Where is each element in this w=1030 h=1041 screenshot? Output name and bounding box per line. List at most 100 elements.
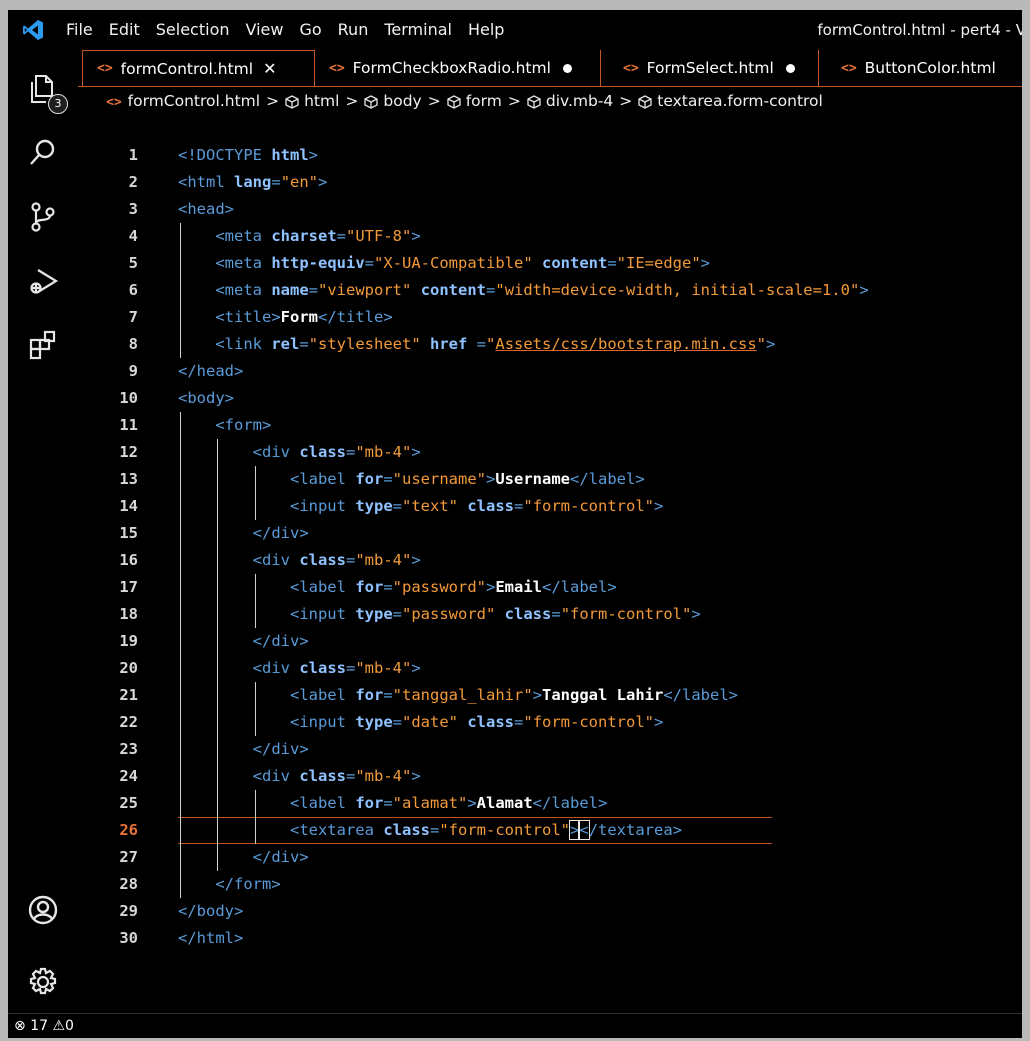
line-number: 3	[128, 200, 138, 218]
code-line[interactable]: 11 <form>	[78, 412, 1022, 439]
line-number: 23	[119, 740, 138, 758]
menu-view[interactable]: View	[238, 10, 292, 50]
breadcrumb-label: div.mb-4	[545, 92, 614, 110]
tab-formselect[interactable]: <> FormSelect.html	[601, 50, 819, 86]
indent-guide	[217, 439, 219, 871]
indent-guide	[254, 790, 256, 844]
menu-go[interactable]: Go	[291, 10, 329, 50]
tab-label: FormCheckboxRadio.html	[352, 59, 551, 77]
code-line[interactable]: 25 <label for="alamat">Alamat</label>	[78, 790, 1022, 817]
breadcrumb-item[interactable]: textarea.form-control	[638, 92, 823, 110]
code-line[interactable]: 7 <title>Form</title>	[78, 304, 1022, 331]
line-number: 9	[128, 362, 138, 380]
line-number: 2	[128, 173, 138, 191]
line-number: 18	[119, 605, 138, 623]
code-text: </form>	[215, 875, 281, 893]
line-number: 19	[119, 632, 138, 650]
breadcrumb: <> formControl.html > html > body > form > div.mb…	[78, 86, 1022, 115]
close-icon[interactable]: ✕	[263, 59, 276, 78]
menu-run[interactable]: Run	[330, 10, 377, 50]
status-bar: ⊗ 17 ⚠0	[8, 1013, 1022, 1038]
code-text: <div class="mb-4">	[252, 659, 421, 677]
menu-edit[interactable]: Edit	[101, 10, 148, 50]
breadcrumb-separator: >	[427, 92, 441, 110]
menu-file[interactable]: File	[58, 10, 101, 50]
line-number: 29	[119, 902, 138, 920]
code-line[interactable]: 9 </head>	[78, 358, 1022, 385]
code-line[interactable]: 1 <!DOCTYPE html>	[78, 142, 1022, 169]
code-line[interactable]: 15 </div>	[78, 520, 1022, 547]
title-bar: File Edit Selection View Go Run Terminal Help f…	[8, 10, 1022, 50]
code-line[interactable]: 24 <div class="mb-4">	[78, 763, 1022, 790]
code-line[interactable]: 28 </form>	[78, 871, 1022, 898]
line-number: 24	[119, 767, 138, 785]
warning-icon: ⚠	[52, 1018, 66, 1034]
line-number: 6	[128, 281, 138, 299]
code-text: <label for="alamat">Alamat</label>	[289, 794, 608, 812]
code-line[interactable]: 30 </html>	[78, 925, 1022, 952]
tab-label: formControl.html	[120, 59, 254, 78]
explorer-badge: 3	[48, 94, 68, 114]
window-title: formControl.html - pert4 - V	[817, 21, 1022, 39]
breadcrumb-item[interactable]: form	[447, 92, 502, 110]
code-line[interactable]: 20 <div class="mb-4">	[78, 655, 1022, 682]
code-text: <!DOCTYPE html>	[178, 146, 319, 164]
menu-terminal[interactable]: Terminal	[376, 10, 460, 50]
breadcrumb-item[interactable]: <> formControl.html	[106, 92, 260, 110]
code-editor[interactable]: 1 <!DOCTYPE html> 2 <html lang="en"> 3 <head>…	[78, 114, 1022, 1014]
code-line[interactable]: 12 <div class="mb-4">	[78, 439, 1022, 466]
vscode-logo-icon[interactable]	[8, 10, 58, 50]
breadcrumb-item[interactable]: html	[285, 92, 339, 110]
account-icon[interactable]	[18, 885, 68, 935]
breadcrumb-item[interactable]: div.mb-4	[527, 92, 613, 110]
tab-buttoncolor[interactable]: <> ButtonColor.html	[819, 50, 1010, 86]
code-line[interactable]: 3 <head>	[78, 196, 1022, 223]
breadcrumb-separator: >	[619, 92, 633, 110]
code-line[interactable]: 17 <label for="password">Email</label>	[78, 574, 1022, 601]
code-line[interactable]: 4 <meta charset="UTF-8">	[78, 223, 1022, 250]
code-line[interactable]: 5 <meta http-equiv="X-UA-Compatible" con…	[78, 250, 1022, 277]
code-line[interactable]: 13 <label for="username">Username</label…	[78, 466, 1022, 493]
line-number: 27	[119, 848, 138, 866]
code-line[interactable]: 23 </div>	[78, 736, 1022, 763]
code-text: <input type="text" class="form-control">	[289, 497, 664, 515]
code-line[interactable]: 21 <label for="tanggal_lahir">Tanggal La…	[78, 682, 1022, 709]
gear-icon[interactable]	[18, 957, 68, 1007]
problems-indicator[interactable]: ⊗ 17 ⚠0	[14, 1018, 74, 1034]
code-text: </div>	[252, 848, 309, 866]
tab-formcontrol[interactable]: <> formControl.html ✕	[82, 50, 315, 86]
code-text: <meta charset="UTF-8">	[215, 227, 421, 245]
symbol-element-icon	[285, 92, 304, 110]
code-line[interactable]: 2 <html lang="en">	[78, 169, 1022, 196]
source-control-icon[interactable]	[18, 192, 68, 242]
menu-help[interactable]: Help	[460, 10, 512, 50]
search-icon[interactable]	[18, 128, 68, 178]
unsaved-dot-icon[interactable]	[562, 63, 572, 73]
code-line[interactable]: 14 <input type="text" class="form-contro…	[78, 493, 1022, 520]
run-debug-icon[interactable]	[18, 256, 68, 306]
unsaved-dot-icon[interactable]	[785, 63, 795, 73]
tab-bar: <> formControl.html ✕ <> FormCheckboxRad…	[78, 50, 1022, 86]
code-line[interactable]: 18 <input type="password" class="form-co…	[78, 601, 1022, 628]
code-line[interactable]: 16 <div class="mb-4">	[78, 547, 1022, 574]
code-text: <input type="password" class="form-contr…	[289, 605, 701, 623]
code-line[interactable]: 6 <meta name="viewport" content="width=d…	[78, 277, 1022, 304]
line-number: 16	[119, 551, 138, 569]
code-line[interactable]: 8 <link rel="stylesheet" href ="Assets/c…	[78, 331, 1022, 358]
code-line[interactable]: 26 <textarea class="form-control"></text…	[78, 817, 1022, 844]
code-line[interactable]: 22 <input type="date" class="form-contro…	[78, 709, 1022, 736]
warning-count: 0	[65, 1018, 74, 1034]
code-line[interactable]: 10 <body>	[78, 385, 1022, 412]
code-line[interactable]: 19 </div>	[78, 628, 1022, 655]
indent-guide	[254, 574, 256, 628]
code-line[interactable]: 27 </div>	[78, 844, 1022, 871]
code-text: <meta name="viewport" content="width=dev…	[215, 281, 869, 299]
extensions-icon[interactable]	[18, 320, 68, 370]
menu-selection[interactable]: Selection	[148, 10, 238, 50]
explorer-icon[interactable]: 3	[18, 64, 68, 114]
tab-label: ButtonColor.html	[864, 59, 996, 77]
breadcrumb-item[interactable]: body	[364, 92, 422, 110]
code-line[interactable]: 29 </body>	[78, 898, 1022, 925]
tab-formcheckboxradio[interactable]: <> FormCheckboxRadio.html	[315, 50, 601, 86]
code-text: <html lang="en">	[178, 173, 328, 191]
